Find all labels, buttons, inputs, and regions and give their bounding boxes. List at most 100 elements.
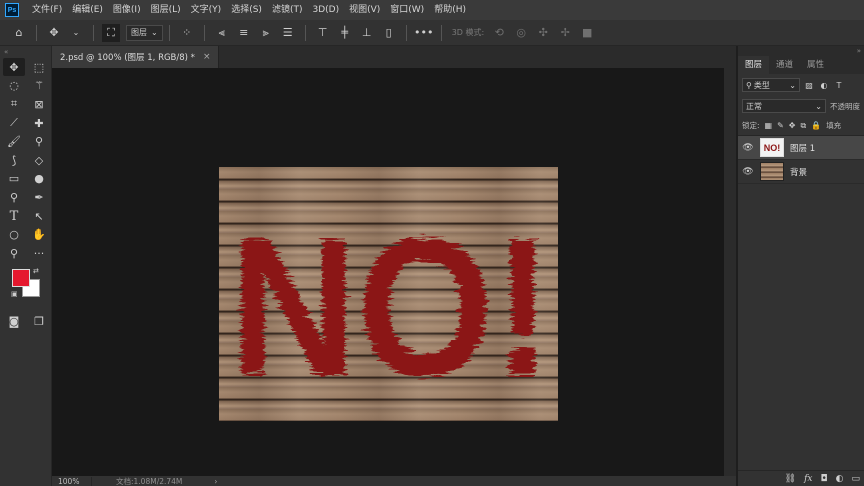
ellipse-tool-icon[interactable]: ○ xyxy=(3,226,25,244)
canvas-pasteboard[interactable]: NO! xyxy=(52,68,724,476)
collapse-arrows-icon[interactable]: « xyxy=(0,46,51,58)
gradient-tool-icon[interactable]: ▭ xyxy=(3,170,25,188)
align-right-icon[interactable]: ⫸ xyxy=(257,24,275,42)
align-left-icon[interactable]: ⫷ xyxy=(213,24,231,42)
vertical-scrollbar[interactable] xyxy=(724,68,736,476)
new-group-icon[interactable]: ▭ xyxy=(851,474,860,484)
filter-adjustment-icon[interactable]: ◐ xyxy=(818,79,830,91)
3d-slide-icon[interactable]: ✢ xyxy=(556,24,574,42)
move-tool-icon[interactable]: ✥ xyxy=(3,58,25,77)
lock-position-icon[interactable]: ✥ xyxy=(789,121,796,130)
align-bottom-icon[interactable]: ⊥ xyxy=(358,24,376,42)
history-brush-tool-icon[interactable]: ⟆ xyxy=(3,151,25,169)
close-icon[interactable]: × xyxy=(203,52,211,62)
zoom-level[interactable]: 100% xyxy=(52,476,92,486)
align-top-icon[interactable]: ⊤ xyxy=(314,24,332,42)
divider xyxy=(405,24,407,41)
layer-name[interactable]: 背景 xyxy=(790,166,807,178)
tab-channels[interactable]: 通道 xyxy=(769,56,800,74)
3d-orbit-icon[interactable]: ⟲ xyxy=(490,24,508,42)
lock-artboard-icon[interactable]: ⧉ xyxy=(801,121,807,131)
add-mask-icon[interactable]: ◘ xyxy=(821,474,828,484)
pen-tool-icon[interactable]: ✒ xyxy=(28,188,50,206)
foreground-color-swatch[interactable] xyxy=(12,268,30,287)
transform-controls-icon[interactable]: ⁘ xyxy=(178,24,196,42)
fx-icon[interactable]: fx xyxy=(804,474,812,484)
lasso-tool-icon[interactable]: ◌ xyxy=(3,77,25,95)
default-colors-icon[interactable]: ▣ xyxy=(11,290,18,298)
menu-image[interactable]: 图像(I) xyxy=(108,0,146,20)
auto-select-target-dropdown[interactable]: 图层 ⌄ xyxy=(126,24,163,41)
document-tab[interactable]: 2.psd @ 100% (图层 1, RGB/8) * × xyxy=(52,46,220,68)
distribute-vertical-icon[interactable]: ▯ xyxy=(380,24,398,42)
chevron-down-icon[interactable]: ⌄ xyxy=(67,24,85,42)
tool-row: ▭ ● xyxy=(0,170,51,189)
filter-pixel-icon[interactable]: ▨ xyxy=(803,79,815,91)
3d-pan-icon[interactable]: ✣ xyxy=(534,24,552,42)
eye-icon[interactable]: 👁 xyxy=(738,167,758,177)
menu-view[interactable]: 视图(V) xyxy=(344,0,385,20)
hand-tool-icon[interactable]: ✋ xyxy=(28,226,50,244)
menu-type[interactable]: 文字(Y) xyxy=(186,0,227,20)
lock-image-icon[interactable]: ✎ xyxy=(777,121,784,130)
align-vcenter-icon[interactable]: ╪ xyxy=(336,24,354,42)
clone-stamp-tool-icon[interactable]: ⚲ xyxy=(28,133,50,151)
photoshop-logo[interactable]: Ps xyxy=(5,3,19,17)
path-selection-tool-icon[interactable]: ↖ xyxy=(28,207,50,225)
divider xyxy=(440,24,442,41)
layer-row[interactable]: 👁 背景 xyxy=(738,160,864,184)
distribute-horizontal-icon[interactable]: ☰ xyxy=(279,24,297,42)
layer-name[interactable]: 图层 1 xyxy=(790,142,815,154)
canvas-image[interactable]: NO! xyxy=(219,167,558,421)
menu-filter[interactable]: 滤镜(T) xyxy=(267,0,308,20)
quick-mask-icon[interactable]: ◙ xyxy=(3,313,25,331)
3d-roll-icon[interactable]: ◎ xyxy=(512,24,530,42)
chevron-right-icon[interactable]: › xyxy=(214,477,217,486)
divider xyxy=(93,24,94,41)
3d-video-camera-icon[interactable]: ■ xyxy=(578,24,596,42)
menu-help[interactable]: 帮助(H) xyxy=(429,0,471,20)
eraser-tool-icon[interactable]: ◇ xyxy=(28,151,50,169)
eye-icon[interactable]: 👁 xyxy=(738,143,758,153)
crop-tool-icon[interactable]: ⌗ xyxy=(3,95,25,113)
healing-brush-tool-icon[interactable]: ✚ xyxy=(28,114,50,132)
layer-row[interactable]: 👁 NO! 图层 1 xyxy=(738,136,864,160)
brush-tool-icon[interactable]: 🖌 xyxy=(3,133,25,151)
eyedropper-tool-icon[interactable]: ⟋ xyxy=(3,114,25,132)
menu-select[interactable]: 选择(S) xyxy=(226,0,267,20)
swap-colors-icon[interactable]: ⇄ xyxy=(33,267,39,275)
menu-layer[interactable]: 图层(L) xyxy=(146,0,186,20)
dodge-tool-icon[interactable]: ⚲ xyxy=(3,188,25,206)
auto-select-icon[interactable]: ⛶ xyxy=(102,23,120,42)
menu-file[interactable]: 文件(F) xyxy=(27,0,67,20)
adjustment-layer-icon[interactable]: ◐ xyxy=(836,474,844,484)
menu-3d[interactable]: 3D(D) xyxy=(307,0,344,20)
zoom-tool-icon[interactable]: ⚲ xyxy=(3,244,25,262)
collapse-arrows-icon[interactable]: » xyxy=(738,46,864,56)
link-layers-icon[interactable]: ⛓ xyxy=(785,474,796,484)
type-tool-icon[interactable]: T xyxy=(3,207,25,225)
filter-type-icon[interactable]: T xyxy=(833,79,845,91)
filter-kind-dropdown[interactable]: ⚲ 类型 ⌄ xyxy=(742,78,800,92)
blend-mode-dropdown[interactable]: 正常 ⌄ xyxy=(742,99,826,113)
move-tool-preset-icon[interactable]: ✥ xyxy=(45,24,63,42)
lock-all-icon[interactable]: 🔒 xyxy=(811,121,821,130)
marquee-tool-icon[interactable]: ⬚ xyxy=(28,58,50,76)
menu-window[interactable]: 窗口(W) xyxy=(385,0,429,20)
screen-mode-icon[interactable]: ❐ xyxy=(28,313,50,331)
align-hcenter-icon[interactable]: ≡ xyxy=(235,24,253,42)
menu-edit[interactable]: 编辑(E) xyxy=(67,0,108,20)
tab-layers[interactable]: 图层 xyxy=(738,56,770,74)
more-options-icon[interactable]: ••• xyxy=(414,24,433,42)
divider xyxy=(304,24,306,41)
tab-properties[interactable]: 属性 xyxy=(800,56,831,74)
color-swatches: ⇄ ▣ xyxy=(0,267,51,305)
magic-wand-tool-icon[interactable]: ⚚ xyxy=(28,77,50,95)
blur-tool-icon[interactable]: ● xyxy=(28,170,50,188)
lock-transparency-icon[interactable]: ▦ xyxy=(765,121,773,130)
tool-row: ✥ ⬚ xyxy=(0,58,51,77)
tool-row: ◙ ❐ xyxy=(0,313,51,332)
home-icon[interactable]: ⌂ xyxy=(10,24,28,42)
frame-tool-icon[interactable]: ⊠ xyxy=(28,95,50,113)
more-tools-icon[interactable]: ··· xyxy=(28,244,50,262)
